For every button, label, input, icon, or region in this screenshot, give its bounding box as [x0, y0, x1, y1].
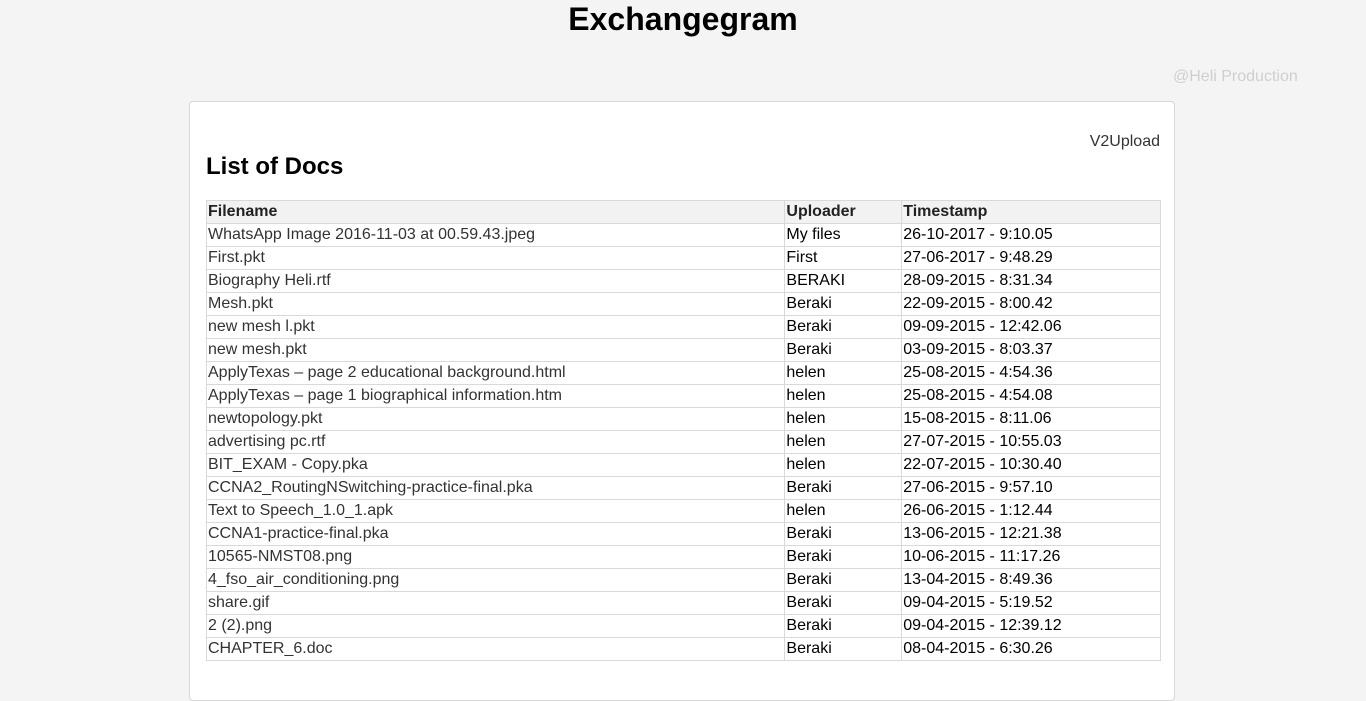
uploader-cell: Beraki	[784, 292, 903, 316]
timestamp-cell: 13-04-2015 - 8:49.36	[901, 568, 1161, 592]
docs-card: V2Upload List of Docs Filename Uploader …	[189, 101, 1175, 701]
uploader-cell: Beraki	[784, 568, 903, 592]
filename-cell[interactable]: BIT_EXAM - Copy.pka	[205, 453, 786, 477]
timestamp-cell: 25-08-2015 - 4:54.36	[901, 361, 1161, 385]
table-row: CHAPTER_6.doc Beraki 08-04-2015 - 6:30.26	[205, 637, 1161, 661]
filename-cell[interactable]: 4_fso_air_conditioning.png	[205, 568, 786, 592]
uploader-cell: helen	[784, 384, 903, 408]
docs-table-body: WhatsApp Image 2016-11-03 at 00.59.43.jp…	[205, 223, 1161, 661]
filename-cell[interactable]: Biography Heli.rtf	[205, 269, 786, 293]
column-header-uploader: Uploader	[784, 200, 903, 224]
table-row: Biography Heli.rtf BERAKI 28-09-2015 - 8:3…	[205, 269, 1161, 293]
uploader-cell: helen	[784, 499, 903, 523]
filename-cell[interactable]: CHAPTER_6.doc	[205, 637, 786, 661]
filename-cell[interactable]: ApplyTexas – page 1 biographical informa…	[205, 384, 786, 408]
table-row: ApplyTexas – page 1 biographical informa…	[205, 384, 1161, 408]
filename-cell[interactable]: new mesh.pkt	[205, 338, 786, 362]
timestamp-cell: 09-04-2015 - 5:19.52	[901, 591, 1161, 615]
table-row: Text to Speech_1.0_1.apk helen 26-06-2015 …	[205, 499, 1161, 523]
uploader-cell: Beraki	[784, 522, 903, 546]
filename-cell[interactable]: Mesh.pkt	[205, 292, 786, 316]
table-row: BIT_EXAM - Copy.pka helen 22-07-2015 - 10:…	[205, 453, 1161, 477]
filename-cell[interactable]: new mesh l.pkt	[205, 315, 786, 339]
table-row: new mesh l.pkt Beraki 09-09-2015 - 12:42.0…	[205, 315, 1161, 339]
credit-text: @Heli Production	[1173, 68, 1298, 85]
filename-cell[interactable]: advertising pc.rtf	[205, 430, 786, 454]
docs-table: Filename Uploader Timestamp WhatsApp Ima…	[205, 200, 1161, 661]
timestamp-cell: 27-06-2015 - 9:57.10	[901, 476, 1161, 500]
filename-cell[interactable]: Text to Speech_1.0_1.apk	[205, 499, 786, 523]
filename-cell[interactable]: share.gif	[205, 591, 786, 615]
timestamp-cell: 09-04-2015 - 12:39.12	[901, 614, 1161, 638]
table-row: WhatsApp Image 2016-11-03 at 00.59.43.jp…	[205, 223, 1161, 247]
uploader-cell: helen	[784, 430, 903, 454]
table-row: CCNA1-practice-final.pka Beraki 13-06-2015…	[205, 522, 1161, 546]
table-row: Mesh.pkt Beraki 22-09-2015 - 8:00.42	[205, 292, 1161, 316]
page-title: Exchangegram	[568, 1, 798, 37]
table-row: CCNA2_RoutingNSwitching-practice-final.p…	[205, 476, 1161, 500]
table-row: newtopology.pkt helen 15-08-2015 - 8:11.06	[205, 407, 1161, 431]
timestamp-cell: 27-07-2015 - 10:55.03	[901, 430, 1161, 454]
timestamp-cell: 10-06-2015 - 11:17.26	[901, 545, 1161, 569]
filename-cell[interactable]: ApplyTexas – page 2 educational backgrou…	[205, 361, 786, 385]
section-title: List of Docs	[206, 153, 344, 180]
uploader-cell: Beraki	[784, 591, 903, 615]
filename-cell[interactable]: CCNA2_RoutingNSwitching-practice-final.p…	[205, 476, 786, 500]
filename-cell[interactable]: newtopology.pkt	[205, 407, 786, 431]
timestamp-cell: 22-09-2015 - 8:00.42	[901, 292, 1161, 316]
filename-cell[interactable]: First.pkt	[205, 246, 786, 270]
table-row: advertising pc.rtf helen 27-07-2015 - 10:5…	[205, 430, 1161, 454]
uploader-cell: helen	[784, 453, 903, 477]
table-row: new mesh.pkt Beraki 03-09-2015 - 8:03.37	[205, 338, 1161, 362]
table-row: 10565-NMST08.png Beraki 10-06-2015 - 11:17…	[205, 545, 1161, 569]
timestamp-cell: 27-06-2017 - 9:48.29	[901, 246, 1161, 270]
uploader-cell: My files	[784, 223, 903, 247]
uploader-cell: Beraki	[784, 614, 903, 638]
filename-cell[interactable]: 2 (2).png	[205, 614, 786, 638]
table-row: First.pkt First 27-06-2017 - 9:48.29	[205, 246, 1161, 270]
uploader-cell: Beraki	[784, 338, 903, 362]
uploader-cell: Beraki	[784, 545, 903, 569]
table-header-row: Filename Uploader Timestamp	[205, 200, 1161, 224]
filename-cell[interactable]: CCNA1-practice-final.pka	[205, 522, 786, 546]
uploader-cell: Beraki	[784, 476, 903, 500]
filename-cell[interactable]: 10565-NMST08.png	[205, 545, 786, 569]
uploader-cell: helen	[784, 407, 903, 431]
table-row: ApplyTexas – page 2 educational backgrou…	[205, 361, 1161, 385]
timestamp-cell: 08-04-2015 - 6:30.26	[901, 637, 1161, 661]
uploader-cell: Beraki	[784, 315, 903, 339]
timestamp-cell: 03-09-2015 - 8:03.37	[901, 338, 1161, 362]
table-row: share.gif Beraki 09-04-2015 - 5:19.52	[205, 591, 1161, 615]
column-header-filename: Filename	[205, 200, 786, 224]
timestamp-cell: 26-10-2017 - 9:10.05	[901, 223, 1161, 247]
uploader-cell: helen	[784, 361, 903, 385]
uploader-cell: BERAKI	[784, 269, 903, 293]
table-row: 4_fso_air_conditioning.png Beraki 13-04-20…	[205, 568, 1161, 592]
timestamp-cell: 13-06-2015 - 12:21.38	[901, 522, 1161, 546]
timestamp-cell: 15-08-2015 - 8:11.06	[901, 407, 1161, 431]
timestamp-cell: 25-08-2015 - 4:54.08	[901, 384, 1161, 408]
timestamp-cell: 28-09-2015 - 8:31.34	[901, 269, 1161, 293]
uploader-cell: Beraki	[784, 637, 903, 661]
timestamp-cell: 09-09-2015 - 12:42.06	[901, 315, 1161, 339]
timestamp-cell: 26-06-2015 - 1:12.44	[901, 499, 1161, 523]
filename-cell[interactable]: WhatsApp Image 2016-11-03 at 00.59.43.jp…	[205, 223, 786, 247]
v2upload-link[interactable]: V2Upload	[1090, 132, 1160, 152]
timestamp-cell: 22-07-2015 - 10:30.40	[901, 453, 1161, 477]
uploader-cell: First	[784, 246, 903, 270]
table-row: 2 (2).png Beraki 09-04-2015 - 12:39.12	[205, 614, 1161, 638]
column-header-timestamp: Timestamp	[901, 200, 1161, 224]
